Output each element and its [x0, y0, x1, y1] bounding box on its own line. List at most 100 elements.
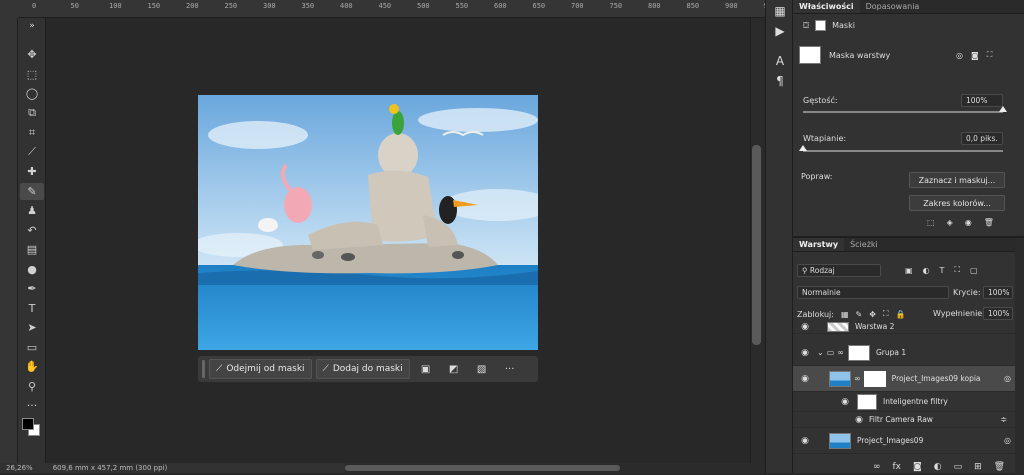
object-select-icon[interactable]: ⧉	[20, 105, 44, 122]
delete-layer-icon[interactable]: 🗑	[994, 462, 1005, 472]
visibility-eye-icon[interactable]: ◉	[797, 322, 813, 332]
paragraph-icon[interactable]: ¶	[771, 72, 789, 90]
load-selection-icon[interactable]: ⬚	[927, 218, 935, 227]
new-group-icon[interactable]: ▭	[954, 462, 963, 472]
layer-project-images09-kopia[interactable]: ◉ ∞ Project_Images09 kopia ◎	[793, 366, 1015, 392]
visibility-eye-icon[interactable]: ◉	[837, 397, 853, 407]
brush-icon[interactable]: ✎	[20, 182, 44, 200]
crop-icon[interactable]: ⌗	[20, 124, 44, 141]
rectangle-icon[interactable]: ▭	[20, 339, 44, 356]
density-slider[interactable]	[803, 111, 1003, 113]
add-to-mask-button[interactable]: ⟋ Dodaj do maski	[315, 359, 410, 379]
filter-pixel-icon[interactable]: ▣	[905, 266, 913, 275]
tab-paths[interactable]: Ścieżki	[844, 238, 884, 251]
path-select-icon[interactable]: ➤	[20, 319, 44, 336]
zoom-level[interactable]: 26,26%	[6, 464, 33, 472]
document-size: 609,6 mm x 457,2 mm (300 ppi)	[52, 464, 168, 472]
pen-icon[interactable]: ✒	[20, 280, 44, 297]
lock-transparent-icon[interactable]: ▦	[841, 310, 849, 319]
mask-option-1-icon[interactable]: ▣	[414, 359, 438, 379]
density-input[interactable]: 100%	[961, 94, 1003, 107]
link-layers-icon[interactable]: ∞	[873, 462, 881, 472]
vertical-scroll-thumb[interactable]	[752, 145, 761, 345]
move-icon[interactable]: ✥	[20, 46, 44, 63]
more-options-icon[interactable]: ···	[498, 359, 522, 379]
type-icon[interactable]: T	[20, 300, 44, 317]
more-tools-icon[interactable]: ···	[20, 397, 44, 414]
visibility-eye-icon[interactable]: ◉	[797, 348, 813, 358]
delete-mask-icon[interactable]: 🗑	[984, 218, 994, 227]
visibility-eye-icon[interactable]: ◉	[797, 436, 813, 446]
feather-slider-knob[interactable]	[799, 145, 807, 151]
tab-properties[interactable]: Właściwości	[793, 0, 860, 13]
horizontal-scroll-thumb[interactable]	[345, 465, 620, 471]
healing-brush-icon[interactable]: ✚	[20, 163, 44, 180]
character-icon[interactable]: A	[771, 52, 789, 70]
feather-input[interactable]: 0,0 piks.	[961, 132, 1003, 145]
mask-option-3-icon[interactable]: ▧	[470, 359, 494, 379]
opacity-input[interactable]: 100%	[983, 286, 1013, 299]
visibility-mask-icon[interactable]: ◉	[965, 218, 972, 227]
history-icon[interactable]: ▦	[771, 2, 789, 20]
chain-link-icon[interactable]: ∞	[854, 374, 861, 383]
fill-input[interactable]: 100%	[983, 307, 1013, 320]
layer-name: Project_Images09	[857, 436, 924, 445]
actions-play-icon[interactable]: ▶	[771, 22, 789, 40]
visibility-eye-icon[interactable]: ◉	[797, 374, 813, 384]
lock-position-icon[interactable]: ✥	[869, 310, 876, 319]
layers-scrollbar[interactable]	[1015, 238, 1024, 475]
density-slider-knob[interactable]	[999, 106, 1007, 112]
lock-paint-icon[interactable]: ✎	[856, 310, 863, 319]
filter-adjustment-icon[interactable]: ◐	[923, 266, 930, 275]
lock-all-icon[interactable]: 🔒	[896, 310, 906, 319]
layer-project-images09[interactable]: ◉ Project_Images09 ◎	[793, 428, 1015, 454]
adjustment-layer-icon[interactable]: ◐	[934, 462, 942, 472]
lasso-icon[interactable]: ◯	[20, 85, 44, 102]
hand-icon[interactable]: ✋	[20, 358, 44, 375]
filter-type-icon[interactable]: T	[940, 266, 945, 275]
document-image[interactable]	[198, 95, 538, 350]
vector-mask-icon[interactable]	[815, 20, 827, 31]
task-bar-handle[interactable]	[202, 360, 205, 378]
apply-mask-icon[interactable]: ◈	[947, 218, 953, 227]
feather-slider[interactable]	[803, 150, 1003, 152]
select-pixel-mask-icon[interactable]: ◎	[956, 51, 963, 60]
blend-mode-select[interactable]: Normalnie	[797, 286, 949, 299]
lock-artboard-icon[interactable]: ⛶	[883, 309, 889, 319]
foreground-color-swatch[interactable]	[22, 418, 34, 430]
layer-mask-thumbnail[interactable]	[863, 370, 886, 387]
dodge-icon[interactable]: ●	[20, 261, 44, 278]
smart-filters-row[interactable]: ◉ Inteligentne filtry	[793, 392, 1015, 412]
chain-link-icon[interactable]: ∞	[837, 348, 844, 357]
filter-smart-icon[interactable]: ▢	[970, 266, 978, 275]
fx-icon[interactable]: fx	[893, 462, 902, 472]
layer-warstwa-2[interactable]: ◉ Warstwa 2	[793, 320, 1015, 334]
add-vector-mask-icon[interactable]: ⛶	[987, 50, 993, 60]
filter-shape-icon[interactable]: ⛶	[954, 265, 960, 275]
mask-option-2-icon[interactable]: ◩	[442, 359, 466, 379]
new-layer-icon[interactable]: ⊞	[974, 462, 982, 472]
camera-raw-filter-row[interactable]: ◉ Filtr Camera Raw ≑	[793, 412, 1015, 428]
chevron-down-icon[interactable]: ⌄	[817, 348, 824, 357]
select-and-mask-button[interactable]: Zaznacz i maskuj...	[909, 172, 1005, 188]
eyedropper-icon[interactable]: ⟋	[20, 144, 44, 161]
marquee-icon[interactable]: ⬚	[20, 66, 44, 83]
subtract-from-mask-button[interactable]: ⟋ Odejmij od maski	[209, 359, 312, 379]
collapse-toolbar-icon[interactable]: »	[20, 20, 44, 32]
zoom-icon[interactable]: ⚲	[20, 378, 44, 395]
stamp-icon[interactable]: ♟	[20, 202, 44, 219]
layer-filter-kind[interactable]: ⚲ Rodzaj	[797, 264, 881, 277]
pixel-mask-icon[interactable]: ⛋	[803, 21, 809, 31]
tab-layers[interactable]: Warstwy	[793, 238, 845, 251]
tab-adjustments[interactable]: Dopasowania	[860, 0, 926, 13]
color-swatches[interactable]	[22, 418, 42, 438]
add-pixel-mask-icon[interactable]: ◙	[971, 51, 979, 60]
color-range-button[interactable]: Zakres kolorów...	[909, 195, 1005, 211]
visibility-eye-icon[interactable]: ◉	[851, 415, 867, 425]
layer-grupa-1[interactable]: ◉ ⌄ ▭ ∞ Grupa 1	[793, 340, 1015, 366]
gradient-icon[interactable]: ▤	[20, 241, 44, 258]
history-brush-icon[interactable]: ↶	[20, 222, 44, 239]
add-mask-icon[interactable]: ◙	[913, 462, 922, 472]
layer-mask-thumbnail[interactable]	[799, 46, 821, 64]
filter-options-icon[interactable]: ≑	[1000, 415, 1007, 424]
